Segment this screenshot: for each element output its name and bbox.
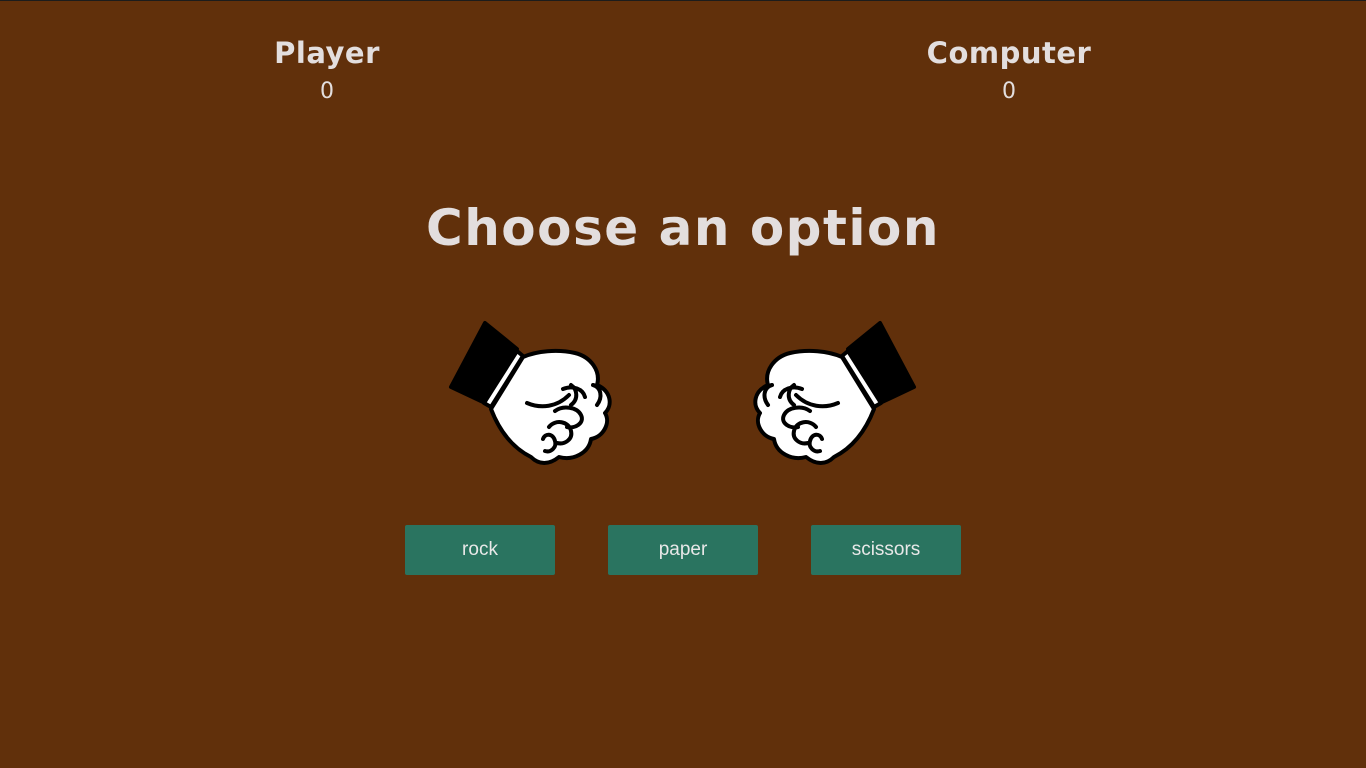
rock-button[interactable]: rock	[405, 525, 555, 575]
page-title: Choose an option	[426, 199, 940, 257]
computer-fist-icon	[753, 321, 916, 465]
player-fist-icon	[449, 321, 612, 465]
paper-button[interactable]: paper	[608, 525, 758, 575]
player-score: 0	[320, 79, 334, 104]
player-label: Player	[274, 36, 380, 70]
choice-buttons: rock paper scissors	[405, 525, 961, 575]
computer-label: Computer	[926, 36, 1092, 70]
scissors-button[interactable]: scissors	[811, 525, 961, 575]
player-score-panel: Player 0	[197, 35, 457, 105]
computer-score: 0	[1002, 79, 1016, 104]
computer-score-panel: Computer 0	[879, 35, 1139, 105]
